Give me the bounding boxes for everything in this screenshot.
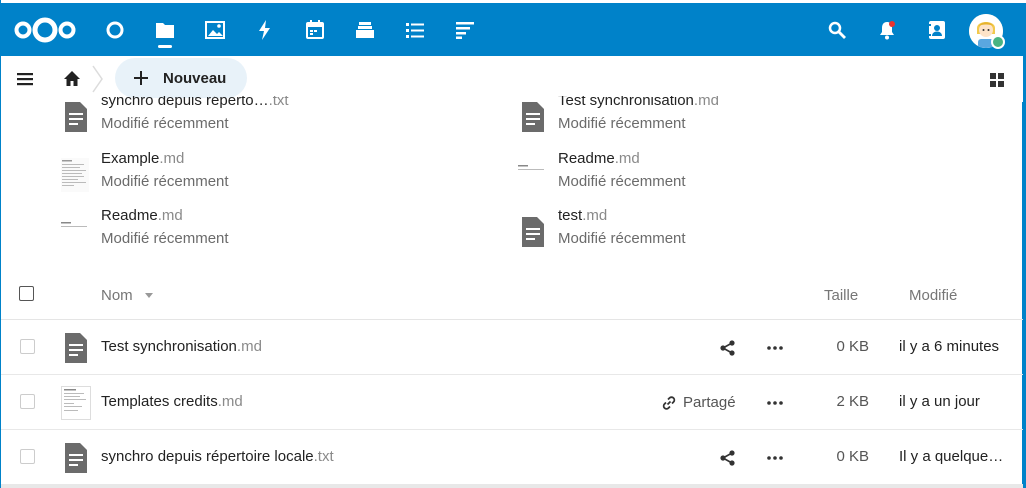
recent-file-status: Modifié récemment <box>558 173 686 190</box>
text-file-icon <box>65 443 87 473</box>
recent-file-status: Modifié récemment <box>101 115 229 132</box>
text-file-icon <box>522 217 544 247</box>
more-actions-icon[interactable] <box>765 399 785 407</box>
file-modified: Il y a quelque… <box>899 448 1004 465</box>
breadcrumb-separator-icon <box>92 65 103 93</box>
select-all-checkbox[interactable] <box>19 286 34 301</box>
nextcloud-logo[interactable] <box>13 15 77 45</box>
recent-file-status: Modifié récemment <box>101 173 229 190</box>
recent-file[interactable]: synchro depuis réperto….txt Modifié réce… <box>61 96 481 142</box>
file-table-header: Nom Taille Modifié <box>1 270 1023 320</box>
bell-icon[interactable] <box>874 17 900 43</box>
image-icon[interactable] <box>202 17 228 43</box>
recent-file-status: Modifié récemment <box>101 230 229 247</box>
file-name[interactable]: synchro depuis répertoire locale.txt <box>101 448 334 465</box>
file-size: 0 KB <box>836 338 869 355</box>
top-header <box>1 0 1026 56</box>
document-preview-icon <box>518 165 544 170</box>
active-app-indicator <box>158 45 172 48</box>
share-icon[interactable] <box>719 339 737 357</box>
file-name[interactable]: Test synchronisation.md <box>101 338 262 355</box>
scroll-edge <box>1 484 1023 488</box>
contacts-icon[interactable] <box>924 17 950 43</box>
file-modified: il y a un jour <box>899 393 980 410</box>
calendar-icon[interactable] <box>302 17 328 43</box>
recent-file-name: Example.md <box>101 150 185 167</box>
home-icon[interactable] <box>61 68 83 90</box>
row-checkbox[interactable] <box>20 449 35 464</box>
file-size: 2 KB <box>836 393 869 410</box>
column-name-header[interactable]: Nom <box>101 287 133 304</box>
table-row[interactable]: Test synchronisation.md 0 KB il y a 6 mi… <box>1 320 1023 375</box>
online-status-icon <box>991 35 1005 49</box>
recent-file[interactable]: Example.md Modifié récemment <box>61 150 481 200</box>
file-size: 0 KB <box>836 448 869 465</box>
recent-file[interactable]: Readme.md Modifié récemment <box>518 150 938 200</box>
recent-file-name: Test synchronisation.md <box>558 96 719 109</box>
shared-label[interactable]: Partagé <box>683 394 736 411</box>
recent-file-name: test.md <box>558 207 608 224</box>
document-preview-icon <box>61 158 89 192</box>
document-preview-icon <box>61 386 91 420</box>
dashboard-icon[interactable] <box>102 17 128 43</box>
row-checkbox[interactable] <box>20 394 35 409</box>
app-window: Nouveau synchro depuis réperto….txt Modi… <box>0 0 1026 488</box>
recent-file[interactable]: Readme.md Modifié récemment <box>61 207 481 257</box>
recent-file[interactable]: test.md Modifié récemment <box>518 207 938 257</box>
column-modified-header[interactable]: Modifié <box>909 287 957 304</box>
document-preview-icon <box>61 222 87 227</box>
recent-file-status: Modifié récemment <box>558 115 686 132</box>
recent-file-status: Modifié récemment <box>558 230 686 247</box>
notes-icon[interactable] <box>452 17 478 43</box>
stack-icon[interactable] <box>352 17 378 43</box>
text-file-icon <box>522 102 544 132</box>
more-actions-icon[interactable] <box>765 344 785 352</box>
new-button-label: Nouveau <box>163 69 227 87</box>
text-file-icon <box>65 102 87 132</box>
recent-file-name: Readme.md <box>558 150 640 167</box>
recent-file-name: synchro depuis réperto….txt <box>101 96 289 109</box>
row-checkbox[interactable] <box>20 339 35 354</box>
more-actions-icon[interactable] <box>765 454 785 462</box>
new-button[interactable]: Nouveau <box>115 58 247 98</box>
checklist-icon[interactable] <box>402 17 428 43</box>
sort-down-icon[interactable] <box>145 293 153 299</box>
table-row[interactable]: Templates credits.md Partagé 2 KB il y a… <box>1 375 1023 430</box>
table-row[interactable]: synchro depuis répertoire locale.txt 0 K… <box>1 430 1023 485</box>
file-modified: il y a 6 minutes <box>899 338 1000 355</box>
menu-icon[interactable] <box>15 70 37 88</box>
search-icon[interactable] <box>824 17 850 43</box>
text-file-icon <box>65 333 87 363</box>
recent-files: synchro depuis réperto….txt Modifié réce… <box>1 96 1023 266</box>
file-name[interactable]: Templates credits.md <box>101 393 243 410</box>
grid-view-icon[interactable] <box>988 71 1006 89</box>
recent-file-name: Readme.md <box>101 207 183 224</box>
lightning-icon[interactable] <box>252 17 278 43</box>
share-icon[interactable] <box>719 449 737 467</box>
folder-icon[interactable] <box>152 17 178 43</box>
plus-icon <box>134 71 148 85</box>
link-icon[interactable] <box>661 395 677 411</box>
recent-file[interactable]: Test synchronisation.md Modifié récemmen… <box>518 96 938 142</box>
column-size-header[interactable]: Taille <box>824 287 858 304</box>
